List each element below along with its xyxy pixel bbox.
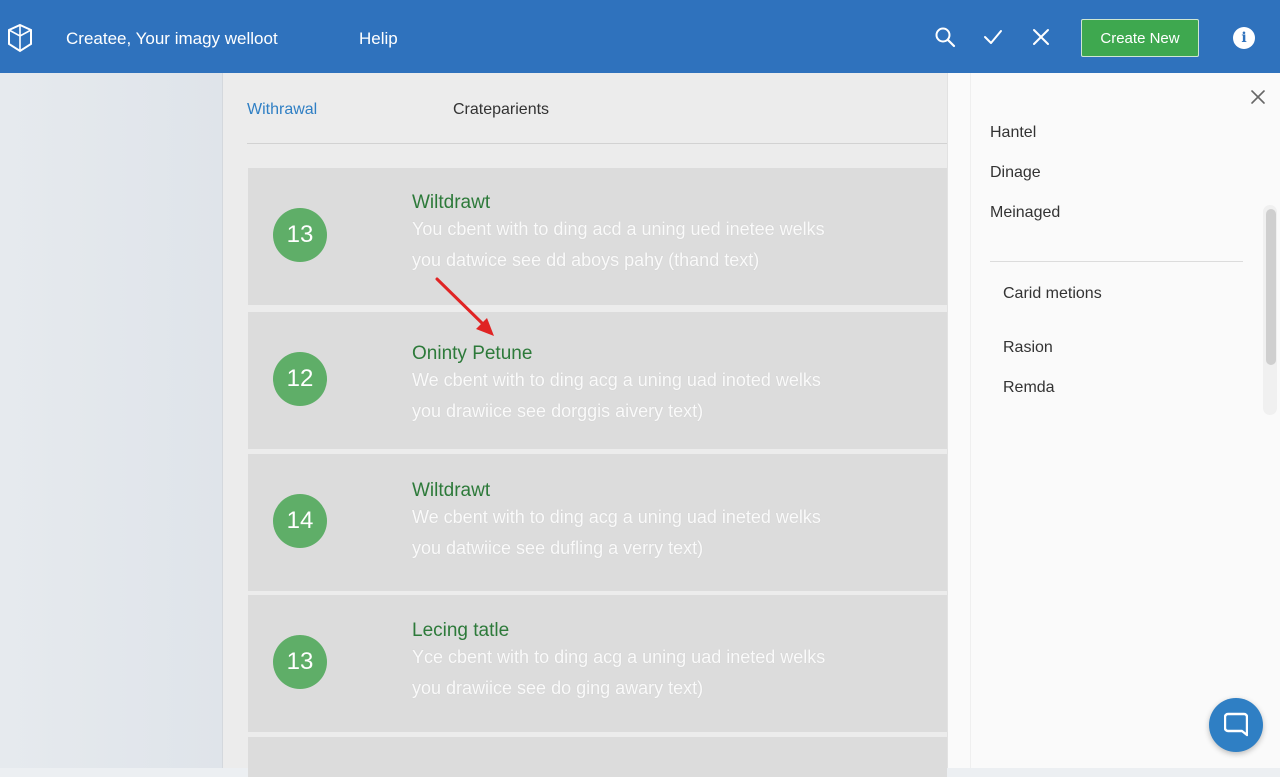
count-badge: 12 [273, 352, 327, 406]
list-item[interactable]: 13 Lecing tatle Yce cbent with to ding a… [248, 595, 947, 732]
panel-border [970, 73, 971, 768]
tab-bar: Withrawal Crateparients [247, 73, 947, 144]
card-title: Wiltdrawt [412, 192, 491, 213]
card-description: you datwiice see dufling a verry text) [412, 538, 704, 558]
count-badge: 13 [273, 208, 327, 262]
list-item[interactable]: 12 Oninty Petune We cbent with to ding a… [248, 312, 947, 449]
close-panel-icon[interactable] [1249, 88, 1267, 106]
main-content: Withrawal Crateparients 13 Wiltdrawt You… [223, 73, 947, 777]
create-new-button[interactable]: Create New [1081, 19, 1199, 57]
card-title: Lecing tatle [412, 620, 510, 641]
panel-item-rasion[interactable]: Rasion [1003, 339, 1053, 357]
panel-item-carid-metions[interactable]: Carid metions [1003, 285, 1102, 303]
card-description: You cbent with to ding acd a uning ued i… [412, 219, 825, 239]
logo-icon[interactable] [4, 22, 36, 54]
panel-item-meinaged[interactable]: Meinaged [990, 204, 1060, 222]
scrollbar-thumb[interactable] [1266, 209, 1276, 365]
chat-button[interactable] [1209, 698, 1263, 752]
tab-withdrawal[interactable]: Withrawal [247, 101, 317, 119]
info-icon[interactable]: i [1233, 27, 1255, 49]
card-title: Oninty Petune [412, 343, 533, 364]
right-side-panel: Hantel Dinage Meinaged Carid metions Ras… [947, 73, 1280, 768]
check-icon[interactable] [982, 26, 1004, 48]
left-gutter [0, 73, 223, 768]
close-icon[interactable] [1030, 26, 1052, 48]
list-item[interactable]: 14 Wiltdrawt We cbent with to ding acg a… [248, 454, 947, 591]
card-title: Wiltdrawt [412, 480, 491, 501]
panel-item-hantel[interactable]: Hantel [990, 124, 1036, 142]
count-badge: 14 [273, 494, 327, 548]
card-description: you drawiice see do ging awary text) [412, 678, 704, 698]
app-title: Createe, Your imagy welloot [66, 29, 278, 48]
list-item[interactable]: 13 Wiltdrawt You cbent with to ding acd … [248, 168, 947, 305]
chat-bubble-icon [1224, 712, 1248, 737]
card-description: you drawiice see dorggis aivery text) [412, 401, 704, 421]
panel-divider [990, 261, 1243, 262]
search-icon[interactable] [934, 26, 956, 48]
top-bar: Createe, Your imagy welloot Helip Create… [0, 0, 1280, 73]
panel-item-remda[interactable]: Remda [1003, 379, 1055, 397]
help-link[interactable]: Helip [359, 29, 398, 49]
card-description: you datwice see dd aboys pahy (thand tex… [412, 250, 760, 270]
card-description: Yce cbent with to ding acg a uning uad i… [412, 647, 826, 667]
card-description: We cbent with to ding acg a uning uad in… [412, 507, 821, 527]
card-description: We cbent with to ding acg a uning uad in… [412, 370, 821, 390]
tab-crateparients[interactable]: Crateparients [453, 101, 549, 119]
panel-item-dinage[interactable]: Dinage [990, 164, 1041, 182]
count-badge: 13 [273, 635, 327, 689]
list-item[interactable] [248, 737, 947, 777]
